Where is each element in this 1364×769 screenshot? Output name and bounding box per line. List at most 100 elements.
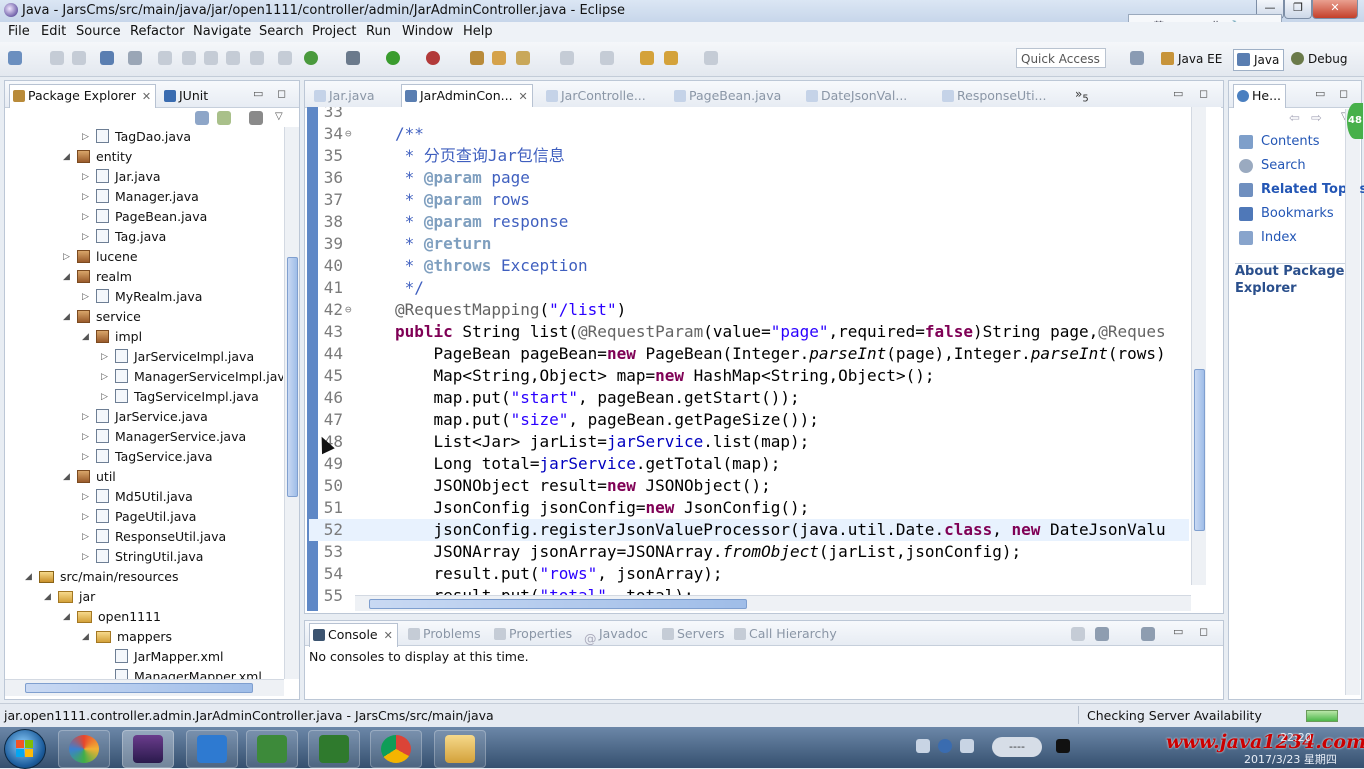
code-line[interactable]: 45 Map<String,Object> map=new HashMap<St… [309,365,1189,387]
tab-help[interactable]: He... [1233,84,1287,108]
tree-expand-icon[interactable]: ▷ [101,367,108,387]
tree-item[interactable]: ▷ Tag.java [82,227,166,247]
tree-expand-icon[interactable]: ▷ [101,347,108,367]
perspective-java[interactable]: Java [1233,49,1285,71]
tree-item[interactable]: ▷ JarServiceImpl.java [101,347,254,367]
tray-help-icon[interactable] [938,739,952,753]
code-line[interactable]: 37 * @param rows [309,189,1189,211]
tree-expand-icon[interactable]: ▷ [82,187,89,207]
code-line[interactable]: 49 Long total=jarService.getTotal(map); [309,453,1189,475]
new-icon[interactable] [8,51,22,65]
code-line[interactable]: 47 map.put("size", pageBean.getPageSize(… [309,409,1189,431]
tree-expand-icon[interactable]: ▷ [82,427,89,447]
tree-item[interactable]: JarMapper.xml [115,647,224,667]
tree-item[interactable]: ▷ Manager.java [82,187,199,207]
taskbar-app-chrome[interactable] [370,730,422,768]
tab-console[interactable]: Console ✕ [309,623,398,647]
code-line[interactable]: 52 jsonConfig.registerJsonValueProcessor… [309,519,1189,541]
editor-scroll-thumb[interactable] [1194,369,1205,531]
tree-expand-icon[interactable]: ▷ [82,527,89,547]
code-area[interactable]: 33 34 ⊖/** 35 * 分页查询Jar包信息 36 * @param page 3… [309,107,1189,605]
menu-edit[interactable]: Edit [41,24,66,39]
tab-call-hierarchy[interactable]: Call Hierarchy [731,623,837,645]
help-link-search[interactable]: Search [1239,158,1306,173]
tree-item[interactable]: ▷ ManagerService.java [82,427,246,447]
new-package-icon[interactable] [492,51,506,65]
last-edit-icon[interactable] [640,51,654,65]
tree-expand-icon[interactable]: ▷ [82,487,89,507]
step-return-icon[interactable] [204,51,218,65]
forward-arrow-icon[interactable]: ⇨ [1311,111,1322,126]
tab-problems[interactable]: Problems [405,623,481,645]
code-line[interactable]: 38 * @param response [309,211,1189,233]
menu-navigate[interactable]: Navigate [193,24,251,39]
minimize-view-icon[interactable]: ▭ [253,87,263,100]
tray-pill[interactable]: ---- [992,737,1042,757]
help-vertical-scrollbar[interactable] [1345,109,1360,695]
menu-file[interactable]: File [8,24,30,39]
tree-item[interactable]: ◢ src/main/resources [25,567,178,587]
step-icon[interactable] [158,51,172,65]
code-line[interactable]: 44 PageBean pageBean=new PageBean(Intege… [309,343,1189,365]
new-java-project-icon[interactable] [470,51,484,65]
run-icon[interactable] [386,51,400,65]
tab-jarcontroller[interactable]: JarControlle... [543,85,646,107]
tray-settings-icon[interactable] [960,739,974,753]
back-icon[interactable] [664,51,678,65]
use-step-filters-icon[interactable] [250,51,264,65]
close-icon[interactable]: ✕ [519,90,528,103]
tray-keyboard-icon[interactable] [916,739,930,753]
tab-responseutil[interactable]: ResponseUti... [939,85,1046,107]
menu-window[interactable]: Window [402,24,453,39]
tree-expand-icon[interactable]: ▷ [82,447,89,467]
code-line[interactable]: 46 map.put("start", pageBean.getStart())… [309,387,1189,409]
code-line[interactable]: 48 List<Jar> jarList=jarService.list(map… [309,431,1189,453]
tab-jaradmincontroller[interactable]: JarAdminCon... ✕ [401,84,533,108]
tab-pagebean[interactable]: PageBean.java [671,85,781,107]
code-line[interactable]: 39 * @return [309,233,1189,255]
floating-badge[interactable]: 48 [1347,103,1363,139]
tree-item[interactable]: ▷ TagDao.java [82,127,191,147]
tree-item[interactable]: ◢ entity [63,147,132,167]
maximize-view-icon[interactable]: ◻ [1199,625,1208,638]
new-class-icon[interactable] [516,51,530,65]
code-line[interactable]: 54 result.put("rows", jsonArray); [309,563,1189,585]
tree-item[interactable]: ▷ MyRealm.java [82,287,202,307]
code-line[interactable]: 36 * @param page [309,167,1189,189]
forward-icon[interactable] [704,51,718,65]
code-line[interactable]: 35 * 分页查询Jar包信息 [309,145,1189,167]
taskbar-app-explorer[interactable] [434,730,486,768]
taskbar-app-media[interactable] [58,730,110,768]
code-line[interactable]: 51 JsonConfig jsonConfig=new JsonConfig(… [309,497,1189,519]
tree-expand-icon[interactable]: ▷ [82,207,89,227]
tree-item[interactable]: ▷ ResponseUtil.java [82,527,226,547]
code-line[interactable]: 53 JSONArray jsonArray=JSONArray.fromObj… [309,541,1189,563]
tree-expand-icon[interactable]: ◢ [82,627,89,647]
editor-vertical-scrollbar[interactable] [1191,107,1206,585]
code-editor[interactable]: 33 34 ⊖/** 35 * 分页查询Jar包信息 36 * @param page 3… [307,107,1221,611]
save-icon[interactable] [50,51,64,65]
tree-item[interactable]: ▷ Md5Util.java [82,487,193,507]
help-link-bookmarks[interactable]: Bookmarks [1239,206,1334,221]
tree-scroll-thumb[interactable] [287,257,298,497]
tree-expand-icon[interactable]: ◢ [82,327,89,347]
menu-search[interactable]: Search [259,24,304,39]
tree-item[interactable]: ◢ service [63,307,141,327]
tree-expand-icon[interactable]: ▷ [63,247,70,267]
link-with-editor-icon[interactable] [217,111,231,125]
tab-servers[interactable]: Servers [659,623,725,645]
code-line[interactable]: 42 ⊖ @RequestMapping("/list") [309,299,1189,321]
tree-expand-icon[interactable]: ▷ [101,387,108,407]
taskbar-app-eclipse[interactable] [122,730,174,768]
tree-expand-icon[interactable]: ◢ [63,467,70,487]
menu-source[interactable]: Source [76,24,121,39]
tree-expand-icon[interactable]: ▷ [82,287,89,307]
tree-item[interactable]: ◢ impl [82,327,142,347]
taskbar-app-camtasia[interactable] [246,730,298,768]
menu-project[interactable]: Project [312,24,356,39]
step-over-icon[interactable] [182,51,196,65]
collapse-all-icon[interactable] [195,111,209,125]
tree-expand-icon[interactable]: ▷ [82,407,89,427]
tree-item[interactable]: ◢ jar [44,587,95,607]
quick-access-input[interactable]: Quick Access [1016,48,1106,68]
